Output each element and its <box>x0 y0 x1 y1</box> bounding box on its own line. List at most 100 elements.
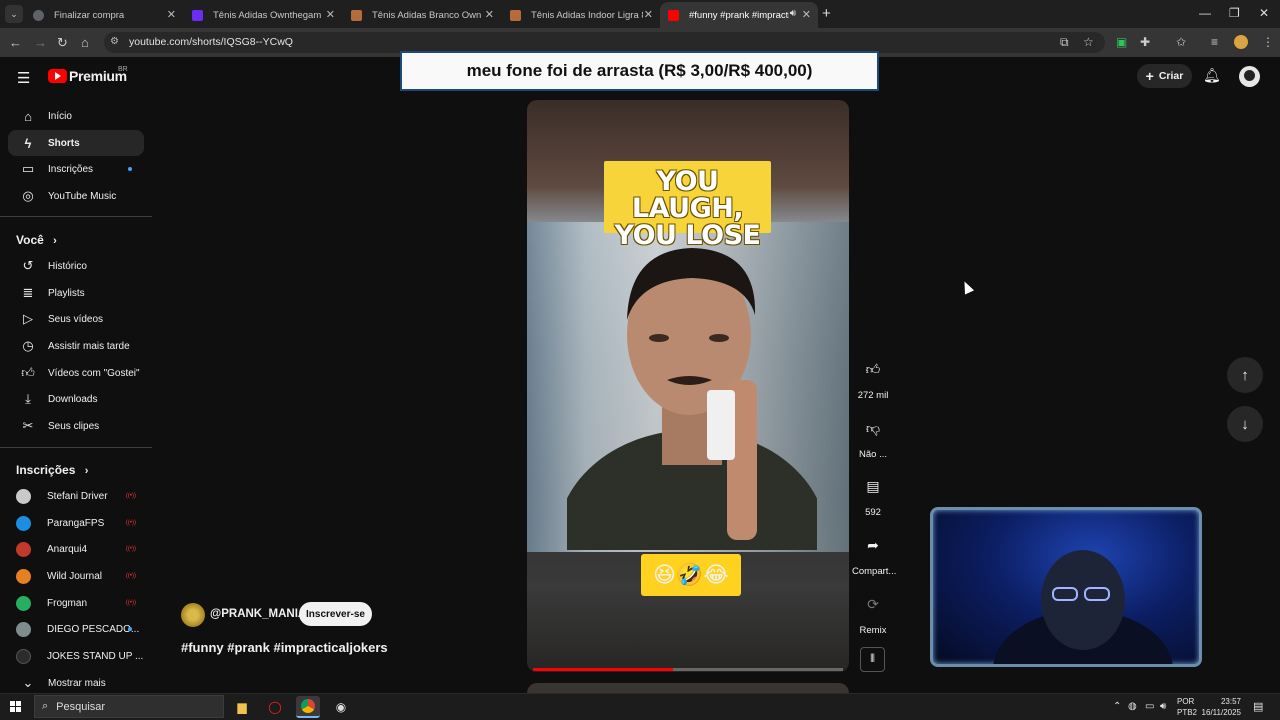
obs-icon[interactable]: ◉ <box>329 696 353 718</box>
channel-avatar <box>16 621 31 637</box>
you-heading-label: Você <box>16 233 44 247</box>
sidebar-item-label: Assistir mais tarde <box>48 340 130 352</box>
like-button[interactable]: 👍︎ 272 mil <box>852 353 894 402</box>
channel-name: ParangaFPS <box>47 517 105 529</box>
more-menu-icon[interactable]: ⋮ <box>1262 35 1274 49</box>
windows-start-icon[interactable] <box>10 701 22 713</box>
language-indicator[interactable]: POR PTB2 <box>1177 697 1197 717</box>
youtube-logo-icon[interactable] <box>48 69 67 83</box>
previous-short-button[interactable]: ↑ <box>1227 357 1263 393</box>
you-section-heading[interactable]: Você › <box>16 233 57 247</box>
chrome-icon[interactable] <box>296 696 320 718</box>
thumbs-up-icon: 👍︎ <box>865 360 881 377</box>
create-button[interactable]: + Criar <box>1137 64 1192 88</box>
sidebar-item-liked-videos[interactable]: 👍︎ Vídeos com "Gostei" <box>8 360 144 386</box>
channel-avatar <box>16 595 31 611</box>
media-controls-icon[interactable]: ≡ <box>1211 35 1218 49</box>
channel-avatar <box>16 488 31 504</box>
sidebar-item-shorts[interactable]: ϟ Shorts <box>8 130 144 156</box>
browser-tab-product-3[interactable]: Tênis Adidas Indoor Ligra 8 Ma ✕ <box>502 2 660 28</box>
close-tab-icon[interactable]: ✕ <box>326 8 335 21</box>
close-tab-icon[interactable]: ✕ <box>167 8 176 21</box>
minimize-icon[interactable]: — <box>1199 6 1211 20</box>
opera-icon[interactable]: ◯ <box>263 696 287 718</box>
close-tab-icon[interactable]: ✕ <box>802 8 811 21</box>
next-short-preview[interactable] <box>527 683 849 693</box>
subscriptions-section-heading[interactable]: Inscrições › <box>16 463 88 477</box>
favorites-icon[interactable]: ✩ <box>1176 35 1186 49</box>
tray-overflow-icon[interactable]: ⌃ <box>1113 701 1121 712</box>
subscription-item[interactable]: JOKES STAND UP ... <box>8 643 144 669</box>
extensions-puzzle-icon[interactable]: ✚ <box>1140 35 1150 49</box>
profile-avatar[interactable] <box>1234 35 1248 49</box>
video-progress-bar[interactable] <box>533 668 843 671</box>
subscription-item[interactable]: ParangaFPS ((•)) <box>8 510 144 536</box>
sidebar-item-watch-later[interactable]: ◷ Assistir mais tarde <box>8 333 144 359</box>
clock[interactable]: 23:57 16/11/2025 <box>1201 697 1241 717</box>
sidebar-item-label: Início <box>48 110 72 122</box>
channel-avatar[interactable] <box>181 603 205 627</box>
sidebar-item-history[interactable]: ↺ Histórico <box>8 253 144 279</box>
remix-button[interactable]: ⟳ Remix <box>852 588 894 637</box>
thumbs-down-icon: 👎︎ <box>865 419 881 436</box>
comments-button[interactable]: ▤ 592 <box>852 470 894 519</box>
short-video-player[interactable]: YOU LAUGH, YOU LOSE 😆🤣😂 <box>527 100 849 672</box>
subscription-item[interactable]: Frogman ((•)) <box>8 590 144 616</box>
bookmark-star-icon[interactable]: ☆ <box>1083 35 1094 49</box>
forward-icon[interactable]: → <box>34 35 47 50</box>
subscription-item[interactable]: DIEGO PESCADO... <box>8 616 144 642</box>
subscription-item[interactable]: Wild Journal ((•)) <box>8 563 144 589</box>
discord-icon[interactable]: ◍ <box>1128 701 1137 712</box>
close-window-icon[interactable]: ✕ <box>1259 6 1269 20</box>
remix-label: Remix <box>859 625 887 636</box>
home-browser-icon[interactable]: ⌂ <box>81 35 89 50</box>
network-icon[interactable]: ▭ <box>1145 701 1154 712</box>
close-tab-icon[interactable]: ✕ <box>485 8 494 21</box>
sidebar-item-downloads[interactable]: ⤓ Downloads <box>8 386 144 412</box>
dislike-button[interactable]: 👎︎ Não ... <box>852 412 894 461</box>
video-progress-fill <box>533 668 673 671</box>
sidebar-item-home[interactable]: ⌂ Início <box>8 103 144 129</box>
video-hashtags[interactable]: #funny #prank #impracticaljokers <box>181 640 388 655</box>
file-explorer-icon[interactable]: ▆ <box>230 696 254 718</box>
back-icon[interactable]: ← <box>9 35 22 50</box>
browser-tab-youtube[interactable]: #funny #prank #impractical 🔊︎ ✕ <box>660 2 818 28</box>
hamburger-menu-icon[interactable]: ☰ <box>17 69 30 87</box>
sidebar-item-playlists[interactable]: ≣ Playlists <box>8 280 144 306</box>
site-info-icon[interactable]: ⚙︎ <box>110 36 119 47</box>
browser-tab-product-1[interactable]: Tênis Adidas Ownthegame 3.0 | ✕ <box>184 2 342 28</box>
new-tab-button[interactable]: + <box>822 5 831 22</box>
cast-icon[interactable]: ⧉ <box>1060 35 1069 50</box>
new-content-dot <box>128 167 132 171</box>
notification-center-icon[interactable]: ▤ <box>1253 700 1263 713</box>
volume-icon[interactable]: 🔊︎ <box>1160 701 1166 712</box>
tab-search-button[interactable]: ⌄ <box>5 5 23 23</box>
subscribe-button[interactable]: Inscrever-se <box>299 602 372 626</box>
extension-icon[interactable]: ▣ <box>1116 35 1127 49</box>
sidebar-item-label: YouTube Music <box>48 190 117 202</box>
audio-playing-icon[interactable]: 🔊︎ <box>790 8 796 19</box>
next-short-button[interactable]: ↓ <box>1227 406 1263 442</box>
sidebar-item-youtube-music[interactable]: ◎ YouTube Music <box>8 183 144 209</box>
notifications-bell-icon[interactable]: 🔔︎ <box>1203 67 1221 84</box>
subscription-item[interactable]: Stefani Driver ((•)) <box>8 483 144 509</box>
tab-title: Tênis Adidas Ownthegame 3.0 | <box>213 9 321 21</box>
chevron-right-icon: › <box>53 235 57 247</box>
channel-name[interactable]: @PRANK_MANIA <box>210 608 306 620</box>
account-avatar[interactable] <box>1239 66 1260 87</box>
share-button[interactable]: ➦ Compart... <box>852 529 896 578</box>
browser-tab-product-2[interactable]: Tênis Adidas Branco Own the G ✕ <box>343 2 501 28</box>
music-icon: ◎ <box>22 188 34 203</box>
sidebar-item-your-videos[interactable]: ▷ Seus vídeos <box>8 306 144 332</box>
close-tab-icon[interactable]: ✕ <box>644 8 653 21</box>
browser-tab-checkout[interactable]: Finalizar compra ✕ <box>25 2 183 28</box>
sidebar-item-subscriptions[interactable]: ▭ Inscrições <box>8 156 144 182</box>
url-text[interactable]: youtube.com/shorts/IQSG8--YCwQ <box>129 36 293 48</box>
taskbar-search-input[interactable]: ⌕ Pesquisar <box>34 695 224 718</box>
restore-icon[interactable]: ❐ <box>1229 6 1240 20</box>
sidebar-item-your-clips[interactable]: ✂ Seus clipes <box>8 413 144 439</box>
subscription-item[interactable]: Anarqui4 ((•)) <box>8 536 144 562</box>
sound-audio-icon[interactable]: ⦀ <box>860 647 885 672</box>
reload-icon[interactable]: ↻ <box>57 35 68 51</box>
new-content-dot <box>128 627 132 631</box>
